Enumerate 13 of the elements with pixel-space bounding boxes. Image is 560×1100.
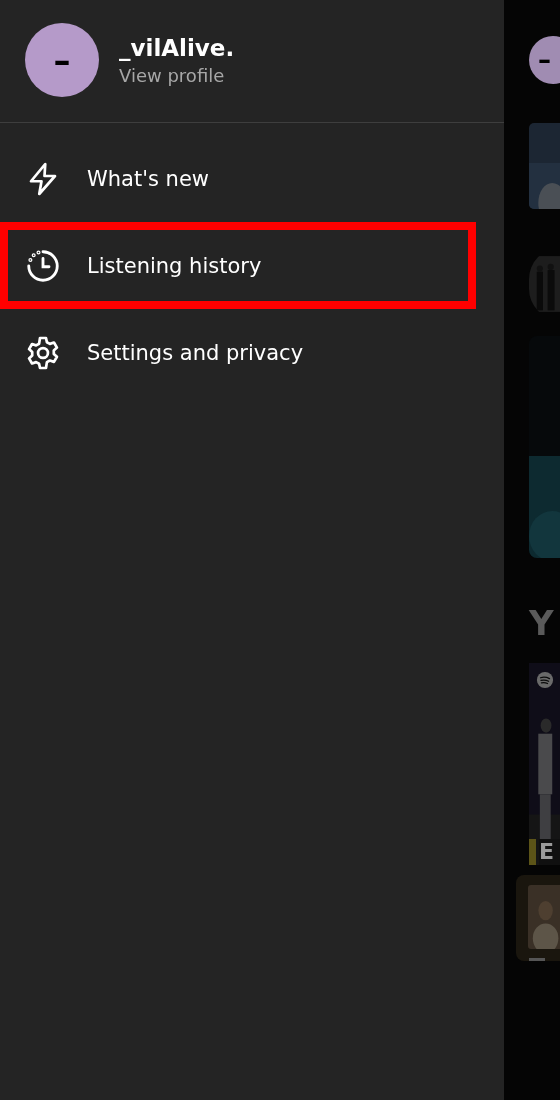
menu-item[interactable]: Settings and privacy <box>0 309 476 396</box>
card-label: E <box>539 839 560 865</box>
avatar[interactable]: – <box>25 23 99 97</box>
menu-item[interactable]: Listening history <box>0 222 476 309</box>
profile-name: _vilAlive. <box>119 34 235 61</box>
settings-icon <box>25 334 61 371</box>
clock-icon <box>25 247 61 284</box>
accent-bar <box>529 839 536 865</box>
menu-item[interactable]: What's new <box>0 135 476 222</box>
music-logo-icon <box>536 671 554 689</box>
avatar-letter: – <box>538 45 551 75</box>
view-profile-link[interactable]: View profile <box>119 64 235 86</box>
section-heading: Y <box>529 603 555 643</box>
